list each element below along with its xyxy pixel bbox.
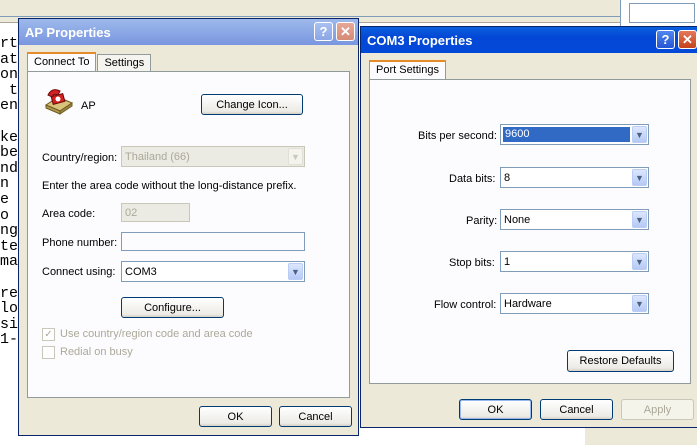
data-bits-label: Data bits: [449, 173, 496, 185]
ap-tab-panel: AP Change Icon... Country/region: Thaila… [27, 71, 350, 398]
use-country-checkbox[interactable]: ✓ [42, 328, 55, 341]
connect-using-label: Connect using: [42, 266, 116, 278]
country-select[interactable]: Thailand (66) ▼ [121, 146, 305, 167]
stop-bits-select[interactable]: 1 ▼ [500, 251, 649, 272]
ap-title-bar[interactable]: AP Properties ? ✕ [19, 19, 358, 45]
com3-tab-panel: Bits per second: 9600 ▼ Data bits: 8 ▼ P… [369, 79, 691, 384]
cancel-button[interactable]: Cancel [540, 399, 613, 420]
data-bits-select[interactable]: 8 ▼ [500, 167, 649, 188]
help-icon[interactable]: ? [656, 30, 675, 49]
ap-window-title: AP Properties [25, 24, 111, 40]
help-icon[interactable]: ? [314, 22, 333, 41]
chevron-down-icon: ▼ [632, 126, 647, 143]
chevron-down-icon: ▼ [632, 253, 647, 270]
chevron-down-icon: ▼ [632, 169, 647, 186]
stop-bits-label: Stop bits: [449, 257, 495, 269]
background-statusbar [585, 428, 697, 445]
chevron-down-icon: ▼ [632, 211, 647, 228]
flow-control-label: Flow control: [434, 299, 497, 311]
parity-select[interactable]: None ▼ [500, 209, 649, 230]
connection-name: AP [81, 100, 96, 112]
use-country-label: Use country/region code and area code [60, 328, 253, 340]
close-icon[interactable]: ✕ [336, 22, 355, 41]
phone-connection-icon [42, 85, 74, 115]
background-panel [620, 0, 697, 27]
redial-checkbox[interactable] [42, 346, 55, 359]
area-code-label: Area code: [42, 208, 96, 220]
com3-window-title: COM3 Properties [367, 32, 473, 48]
ok-button[interactable]: OK [459, 399, 532, 420]
close-icon[interactable]: ✕ [678, 30, 697, 49]
apply-button[interactable]: Apply [621, 399, 694, 420]
chevron-down-icon: ▼ [288, 263, 303, 280]
connect-using-select[interactable]: COM3 ▼ [121, 261, 305, 282]
change-icon-button[interactable]: Change Icon... [201, 94, 303, 115]
flow-control-select[interactable]: Hardware ▼ [500, 293, 649, 314]
instructions-text: Enter the area code without the long-dis… [42, 180, 297, 192]
background-dropdown[interactable] [629, 3, 695, 23]
cancel-button[interactable]: Cancel [279, 406, 352, 427]
bits-per-second-select[interactable]: 9600 ▼ [500, 124, 649, 145]
ap-properties-window: AP Properties ? ✕ Connect To Settings AP… [18, 18, 359, 436]
chevron-down-icon: ▼ [288, 148, 303, 165]
chevron-down-icon: ▼ [632, 295, 647, 312]
phone-number-input[interactable] [121, 232, 305, 251]
redial-label: Redial on busy [60, 346, 133, 358]
configure-button[interactable]: Configure... [121, 297, 224, 318]
ok-button[interactable]: OK [199, 406, 272, 427]
country-label: Country/region: [42, 152, 118, 164]
com3-properties-window: COM3 Properties ? ✕ Port Settings Bits p… [360, 26, 697, 428]
phone-number-label: Phone number: [42, 237, 118, 249]
bits-per-second-label: Bits per second: [418, 130, 497, 142]
area-code-input[interactable]: 02 [121, 203, 190, 222]
parity-label: Parity: [466, 215, 498, 227]
restore-defaults-button[interactable]: Restore Defaults [567, 350, 674, 372]
com3-title-bar[interactable]: COM3 Properties ? ✕ [361, 27, 697, 53]
